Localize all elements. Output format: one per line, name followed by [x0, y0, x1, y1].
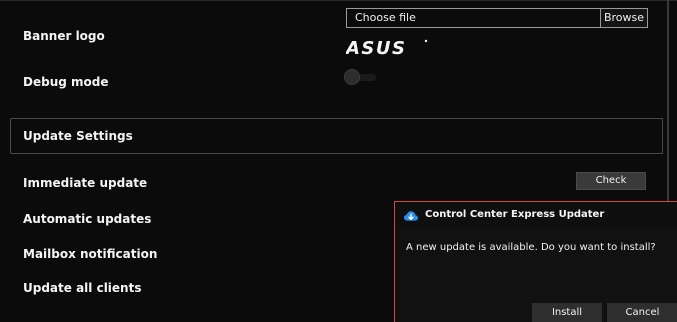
debug-mode-toggle[interactable]: [344, 69, 378, 85]
settings-page: Banner logo Choose file Browse ASUS Debu…: [0, 0, 677, 322]
automatic-updates-label: Automatic updates: [23, 212, 152, 226]
browse-button[interactable]: Browse: [600, 9, 647, 27]
dialog-message: A new update is available. Do you want t…: [406, 242, 656, 253]
updater-dialog: Control Center Express Updater A new upd…: [394, 201, 677, 322]
top-divider: [0, 0, 677, 1]
install-button[interactable]: Install: [532, 303, 602, 322]
file-picker-placeholder: Choose file: [355, 11, 416, 24]
update-settings-section-header: Update Settings: [10, 118, 663, 154]
check-button[interactable]: Check: [576, 172, 646, 190]
asus-logo: ASUS: [346, 38, 428, 58]
banner-logo-file-picker[interactable]: Choose file Browse: [346, 8, 648, 28]
dialog-titlebar[interactable]: Control Center Express Updater: [395, 202, 677, 230]
update-all-clients-label: Update all clients: [23, 281, 142, 295]
section-title: Update Settings: [23, 129, 133, 143]
mailbox-notification-label: Mailbox notification: [23, 247, 158, 261]
immediate-update-label: Immediate update: [23, 176, 148, 190]
debug-mode-label: Debug mode: [23, 75, 109, 89]
dialog-title: Control Center Express Updater: [425, 209, 605, 220]
logo-text: ASUS: [346, 38, 406, 58]
cancel-button[interactable]: Cancel: [607, 303, 677, 322]
toggle-thumb: [344, 69, 360, 85]
banner-logo-label: Banner logo: [23, 29, 105, 43]
cloud-download-icon: [404, 211, 418, 221]
